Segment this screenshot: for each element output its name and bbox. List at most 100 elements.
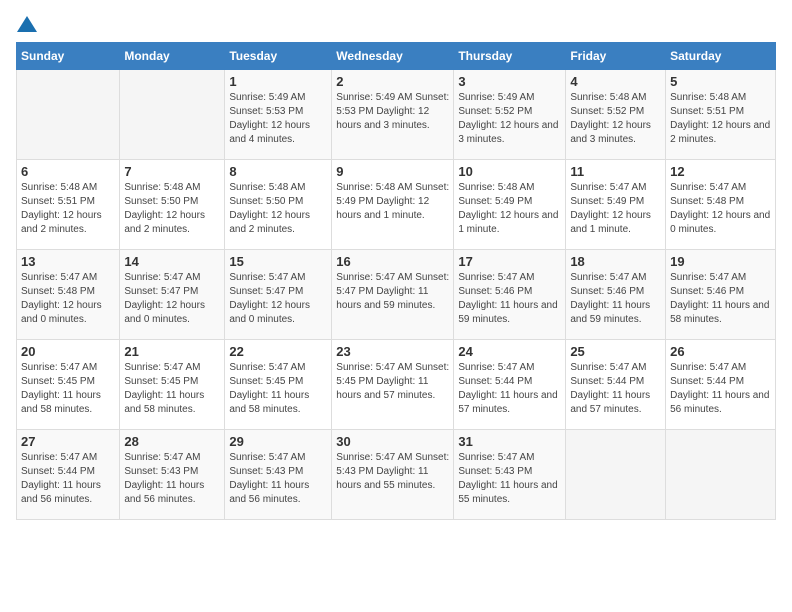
calendar-week-row: 6Sunrise: 5:48 AM Sunset: 5:51 PM Daylig… (17, 160, 776, 250)
day-number: 19 (670, 254, 771, 269)
day-number: 8 (229, 164, 327, 179)
calendar-cell: 27Sunrise: 5:47 AM Sunset: 5:44 PM Dayli… (17, 430, 120, 520)
calendar-cell: 24Sunrise: 5:47 AM Sunset: 5:44 PM Dayli… (454, 340, 566, 430)
day-info: Sunrise: 5:48 AM Sunset: 5:50 PM Dayligh… (124, 181, 220, 237)
calendar-cell: 3 Sunrise: 5:49 AM Sunset: 5:52 PM Daylig… (454, 70, 566, 160)
day-info: Sunrise: 5:47 AM Sunset: 5:45 PM Dayligh… (336, 361, 449, 403)
calendar-cell: 9 Sunrise: 5:48 AM Sunset: 5:49 PM Daylig… (332, 160, 454, 250)
calendar-cell (666, 430, 776, 520)
day-info: Sunrise: 5:47 AM Sunset: 5:45 PM Dayligh… (21, 361, 115, 417)
calendar-cell: 5 Sunrise: 5:48 AM Sunset: 5:51 PM Daylig… (666, 70, 776, 160)
day-header-monday: Monday (120, 43, 225, 70)
calendar-cell: 30 Sunrise: 5:47 AM Sunset: 5:43 PM Dayli… (332, 430, 454, 520)
calendar-week-row: 20 Sunrise: 5:47 AM Sunset: 5:45 PM Dayli… (17, 340, 776, 430)
calendar-cell: 19 Sunrise: 5:47 AM Sunset: 5:46 PM Dayli… (666, 250, 776, 340)
calendar-cell: 18Sunrise: 5:47 AM Sunset: 5:46 PM Dayli… (566, 250, 666, 340)
calendar-cell: 12 Sunrise: 5:47 AM Sunset: 5:48 PM Dayli… (666, 160, 776, 250)
day-info: Sunrise: 5:47 AM Sunset: 5:48 PM Dayligh… (670, 181, 771, 237)
day-info: Sunrise: 5:48 AM Sunset: 5:49 PM Dayligh… (336, 181, 449, 223)
day-info: Sunrise: 5:47 AM Sunset: 5:44 PM Dayligh… (570, 361, 661, 417)
day-info: Sunrise: 5:48 AM Sunset: 5:51 PM Dayligh… (670, 91, 771, 147)
day-info: Sunrise: 5:47 AM Sunset: 5:47 PM Dayligh… (124, 271, 220, 327)
day-number: 10 (458, 164, 561, 179)
day-info: Sunrise: 5:47 AM Sunset: 5:45 PM Dayligh… (229, 361, 327, 417)
calendar-cell: 17Sunrise: 5:47 AM Sunset: 5:46 PM Dayli… (454, 250, 566, 340)
calendar-cell: 16 Sunrise: 5:47 AM Sunset: 5:47 PM Dayli… (332, 250, 454, 340)
day-info: Sunrise: 5:48 AM Sunset: 5:49 PM Dayligh… (458, 181, 561, 237)
day-number: 3 (458, 74, 561, 89)
calendar-week-row: 1 Sunrise: 5:49 AM Sunset: 5:53 PM Daylig… (17, 70, 776, 160)
calendar-week-row: 27Sunrise: 5:47 AM Sunset: 5:44 PM Dayli… (17, 430, 776, 520)
day-info: Sunrise: 5:49 AM Sunset: 5:52 PM Dayligh… (458, 91, 561, 147)
day-number: 1 (229, 74, 327, 89)
logo (16, 16, 38, 32)
calendar-cell: 2Sunrise: 5:49 AM Sunset: 5:53 PM Daylig… (332, 70, 454, 160)
day-info: Sunrise: 5:47 AM Sunset: 5:43 PM Dayligh… (336, 451, 449, 493)
day-info: Sunrise: 5:48 AM Sunset: 5:51 PM Dayligh… (21, 181, 115, 237)
calendar-cell (566, 430, 666, 520)
day-number: 23 (336, 344, 449, 359)
day-header-sunday: Sunday (17, 43, 120, 70)
calendar-table: SundayMondayTuesdayWednesdayThursdayFrid… (16, 42, 776, 520)
calendar-cell: 21 Sunrise: 5:47 AM Sunset: 5:45 PM Dayli… (120, 340, 225, 430)
day-number: 2 (336, 74, 449, 89)
days-header-row: SundayMondayTuesdayWednesdayThursdayFrid… (17, 43, 776, 70)
calendar-week-row: 13Sunrise: 5:47 AM Sunset: 5:48 PM Dayli… (17, 250, 776, 340)
calendar-cell: 28 Sunrise: 5:47 AM Sunset: 5:43 PM Dayli… (120, 430, 225, 520)
day-number: 31 (458, 434, 561, 449)
day-header-wednesday: Wednesday (332, 43, 454, 70)
calendar-cell: 7 Sunrise: 5:48 AM Sunset: 5:50 PM Daylig… (120, 160, 225, 250)
calendar-cell: 23 Sunrise: 5:47 AM Sunset: 5:45 PM Dayli… (332, 340, 454, 430)
calendar-cell: 10 Sunrise: 5:48 AM Sunset: 5:49 PM Dayli… (454, 160, 566, 250)
day-info: Sunrise: 5:48 AM Sunset: 5:50 PM Dayligh… (229, 181, 327, 237)
day-header-saturday: Saturday (666, 43, 776, 70)
day-info: Sunrise: 5:47 AM Sunset: 5:43 PM Dayligh… (458, 451, 561, 507)
day-number: 21 (124, 344, 220, 359)
day-info: Sunrise: 5:47 AM Sunset: 5:47 PM Dayligh… (336, 271, 449, 313)
calendar-cell: 20 Sunrise: 5:47 AM Sunset: 5:45 PM Dayli… (17, 340, 120, 430)
page-header (16, 16, 776, 32)
day-header-friday: Friday (566, 43, 666, 70)
calendar-cell: 26Sunrise: 5:47 AM Sunset: 5:44 PM Dayli… (666, 340, 776, 430)
day-info: Sunrise: 5:47 AM Sunset: 5:46 PM Dayligh… (570, 271, 661, 327)
day-number: 11 (570, 164, 661, 179)
day-info: Sunrise: 5:47 AM Sunset: 5:45 PM Dayligh… (124, 361, 220, 417)
day-info: Sunrise: 5:47 AM Sunset: 5:46 PM Dayligh… (458, 271, 561, 327)
calendar-cell: 13Sunrise: 5:47 AM Sunset: 5:48 PM Dayli… (17, 250, 120, 340)
day-number: 16 (336, 254, 449, 269)
day-number: 14 (124, 254, 220, 269)
day-info: Sunrise: 5:47 AM Sunset: 5:49 PM Dayligh… (570, 181, 661, 237)
day-header-tuesday: Tuesday (225, 43, 332, 70)
day-info: Sunrise: 5:47 AM Sunset: 5:47 PM Dayligh… (229, 271, 327, 327)
day-info: Sunrise: 5:47 AM Sunset: 5:43 PM Dayligh… (124, 451, 220, 507)
day-info: Sunrise: 5:47 AM Sunset: 5:44 PM Dayligh… (21, 451, 115, 507)
calendar-cell: 15 Sunrise: 5:47 AM Sunset: 5:47 PM Dayli… (225, 250, 332, 340)
calendar-cell: 4Sunrise: 5:48 AM Sunset: 5:52 PM Daylig… (566, 70, 666, 160)
calendar-cell (120, 70, 225, 160)
calendar-cell: 25 Sunrise: 5:47 AM Sunset: 5:44 PM Dayli… (566, 340, 666, 430)
day-number: 9 (336, 164, 449, 179)
day-number: 24 (458, 344, 561, 359)
day-number: 5 (670, 74, 771, 89)
calendar-cell: 14 Sunrise: 5:47 AM Sunset: 5:47 PM Dayli… (120, 250, 225, 340)
day-number: 28 (124, 434, 220, 449)
calendar-cell: 31 Sunrise: 5:47 AM Sunset: 5:43 PM Dayli… (454, 430, 566, 520)
day-header-thursday: Thursday (454, 43, 566, 70)
day-number: 12 (670, 164, 771, 179)
day-number: 15 (229, 254, 327, 269)
day-info: Sunrise: 5:47 AM Sunset: 5:44 PM Dayligh… (670, 361, 771, 417)
day-number: 22 (229, 344, 327, 359)
calendar-cell: 11 Sunrise: 5:47 AM Sunset: 5:49 PM Dayli… (566, 160, 666, 250)
day-number: 20 (21, 344, 115, 359)
calendar-cell: 6Sunrise: 5:48 AM Sunset: 5:51 PM Daylig… (17, 160, 120, 250)
day-info: Sunrise: 5:47 AM Sunset: 5:48 PM Dayligh… (21, 271, 115, 327)
day-number: 7 (124, 164, 220, 179)
day-info: Sunrise: 5:49 AM Sunset: 5:53 PM Dayligh… (229, 91, 327, 147)
calendar-cell: 1 Sunrise: 5:49 AM Sunset: 5:53 PM Daylig… (225, 70, 332, 160)
day-info: Sunrise: 5:48 AM Sunset: 5:52 PM Dayligh… (570, 91, 661, 147)
day-info: Sunrise: 5:47 AM Sunset: 5:46 PM Dayligh… (670, 271, 771, 327)
day-info: Sunrise: 5:47 AM Sunset: 5:43 PM Dayligh… (229, 451, 327, 507)
day-number: 29 (229, 434, 327, 449)
day-number: 30 (336, 434, 449, 449)
day-number: 25 (570, 344, 661, 359)
